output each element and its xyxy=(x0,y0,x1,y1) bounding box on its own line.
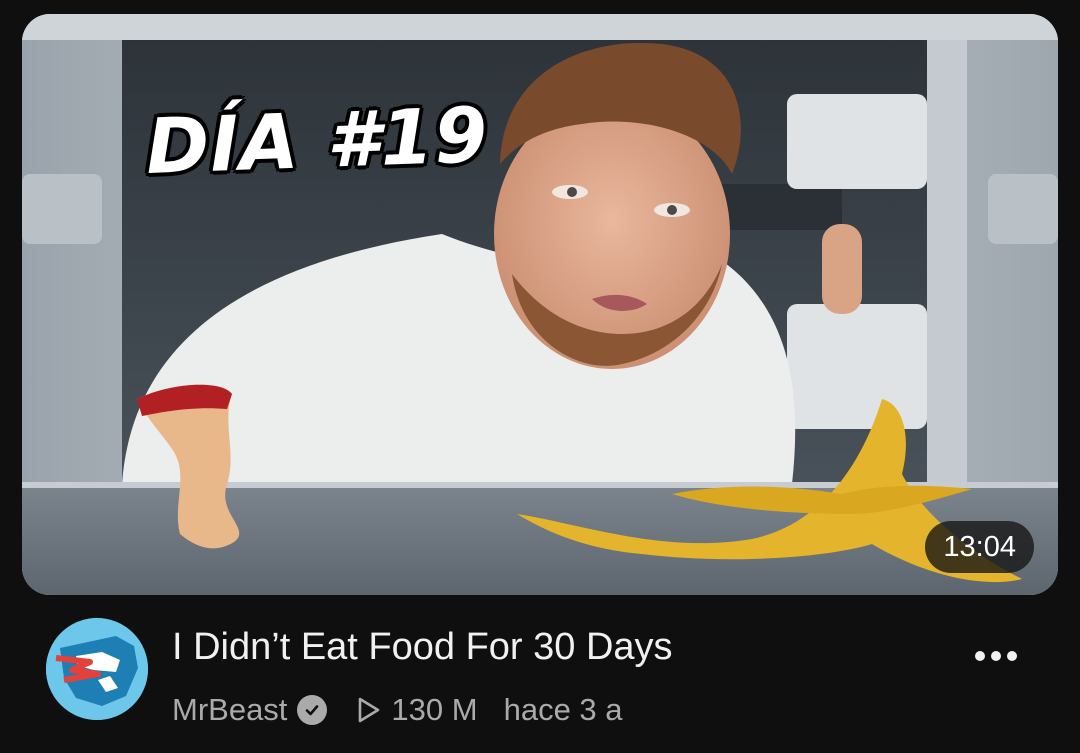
verified-check-icon xyxy=(297,695,328,725)
channel-name[interactable]: MrBeast xyxy=(172,692,287,728)
upload-age: hace 3 a xyxy=(503,692,623,727)
channel-avatar-image xyxy=(46,618,148,720)
video-title[interactable]: I Didn’t Eat Food For 30 Days xyxy=(172,626,673,669)
video-card[interactable]: DÍA #19 13:04 I Didn’t Eat Food For 30 D… xyxy=(0,0,1080,753)
play-outline-icon xyxy=(359,697,380,723)
channel-avatar[interactable] xyxy=(46,618,148,720)
more-horizontal-icon[interactable] xyxy=(968,636,1024,676)
menu-dot xyxy=(1007,651,1017,661)
menu-dot xyxy=(975,651,985,661)
video-meta: MrBeast 130 M hace 3 a xyxy=(172,690,623,730)
duration-badge: 13:04 xyxy=(925,521,1034,573)
view-count: 130 M xyxy=(391,692,478,727)
video-thumbnail[interactable]: DÍA #19 13:04 xyxy=(22,14,1058,595)
menu-dot xyxy=(991,651,1001,661)
thumbnail-overlay-text: DÍA #19 xyxy=(144,90,490,191)
